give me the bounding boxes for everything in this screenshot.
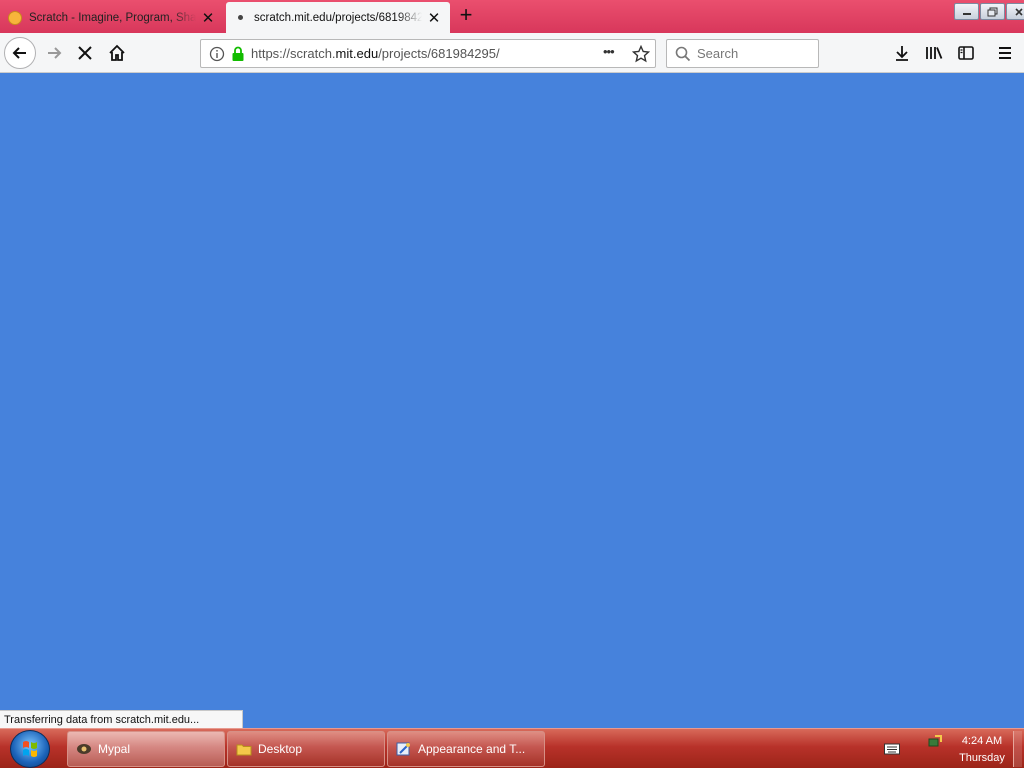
loading-dot-icon xyxy=(238,15,243,20)
sidebar-button[interactable] xyxy=(951,37,981,69)
page-content[interactable] xyxy=(0,74,1024,728)
taskbar-item-desktop[interactable]: Desktop xyxy=(227,731,385,767)
window-controls xyxy=(953,3,1024,21)
url-path: /projects/681984295/ xyxy=(378,46,500,61)
clock-time: 4:24 AM xyxy=(961,735,1003,747)
mypal-browser-icon xyxy=(77,744,91,754)
downloads-button[interactable] xyxy=(887,37,917,69)
show-desktop-button[interactable] xyxy=(1013,731,1022,767)
back-arrow-icon xyxy=(12,47,26,59)
keyboard-icon[interactable] xyxy=(884,743,900,755)
tab-title: Scratch - Imagine, Program, Share xyxy=(29,11,196,24)
url-text[interactable]: https://scratch.mit.edu/projects/6819842… xyxy=(251,46,500,61)
tab-strip: Scratch - Imagine, Program, Share ✕ scra… xyxy=(0,0,1024,33)
tab-scratch-project[interactable]: scratch.mit.edu/projects/681984295/ ✕ xyxy=(226,2,450,33)
stop-icon xyxy=(78,46,92,60)
taskbar-item-label: Desktop xyxy=(258,742,303,756)
tab-title: scratch.mit.edu/projects/681984295/ xyxy=(254,11,422,24)
restore-button[interactable] xyxy=(980,3,1005,20)
taskbar-item-label: Appearance and T... xyxy=(418,742,526,756)
minimize-icon xyxy=(962,12,971,15)
page-actions-icon[interactable]: ••• xyxy=(603,44,615,59)
minimize-button[interactable] xyxy=(954,3,979,20)
library-button[interactable] xyxy=(919,37,949,69)
bookmark-star-icon[interactable] xyxy=(632,45,650,63)
close-icon xyxy=(1014,7,1023,16)
network-icon[interactable] xyxy=(927,733,943,749)
stop-button[interactable] xyxy=(69,37,101,69)
forward-arrow-icon xyxy=(48,47,62,59)
scratch-favicon-icon xyxy=(8,10,22,25)
start-button[interactable] xyxy=(10,730,50,768)
menu-button[interactable] xyxy=(990,37,1020,69)
tab-scratch-home[interactable]: Scratch - Imagine, Program, Share ✕ xyxy=(0,2,224,33)
forward-button[interactable] xyxy=(38,37,70,69)
search-input[interactable] xyxy=(697,46,807,61)
taskbar-item-label: Mypal xyxy=(98,742,131,756)
home-icon xyxy=(109,44,125,61)
navigation-toolbar: https://scratch.mit.edu/projects/6819842… xyxy=(0,33,1024,73)
home-button[interactable] xyxy=(101,37,133,69)
taskbar-item-mypal[interactable]: Mypal xyxy=(67,731,225,767)
search-icon xyxy=(675,46,691,61)
restore-icon xyxy=(987,7,998,16)
download-icon xyxy=(896,46,908,61)
library-icon xyxy=(926,47,943,59)
hamburger-menu-icon xyxy=(999,47,1011,59)
url-host: mit.edu xyxy=(335,46,379,61)
url-prefix: https://scratch. xyxy=(251,46,336,61)
new-tab-button[interactable]: + xyxy=(454,4,478,28)
search-bar[interactable] xyxy=(666,39,819,68)
windows-logo-icon xyxy=(23,741,37,757)
lock-icon[interactable] xyxy=(231,46,245,62)
folder-icon xyxy=(236,744,252,756)
close-tab-icon[interactable]: ✕ xyxy=(200,10,216,27)
clock[interactable]: 4:24 AM Thursday xyxy=(954,733,1010,767)
address-bar[interactable]: https://scratch.mit.edu/projects/6819842… xyxy=(200,39,656,68)
close-tab-icon[interactable]: ✕ xyxy=(426,10,442,27)
control-panel-icon xyxy=(396,742,410,756)
close-window-button[interactable] xyxy=(1006,3,1024,20)
back-button[interactable] xyxy=(4,37,36,69)
status-text: Transferring data from scratch.mit.edu..… xyxy=(0,710,243,729)
taskbar-item-appearance[interactable]: Appearance and T... xyxy=(387,731,545,767)
info-icon[interactable] xyxy=(209,46,225,62)
clock-day: Thursday xyxy=(959,752,1005,764)
taskbar: Mypal Desktop Appearance and T... 4:24 A… xyxy=(0,728,1024,768)
sidebar-icon xyxy=(958,46,974,60)
